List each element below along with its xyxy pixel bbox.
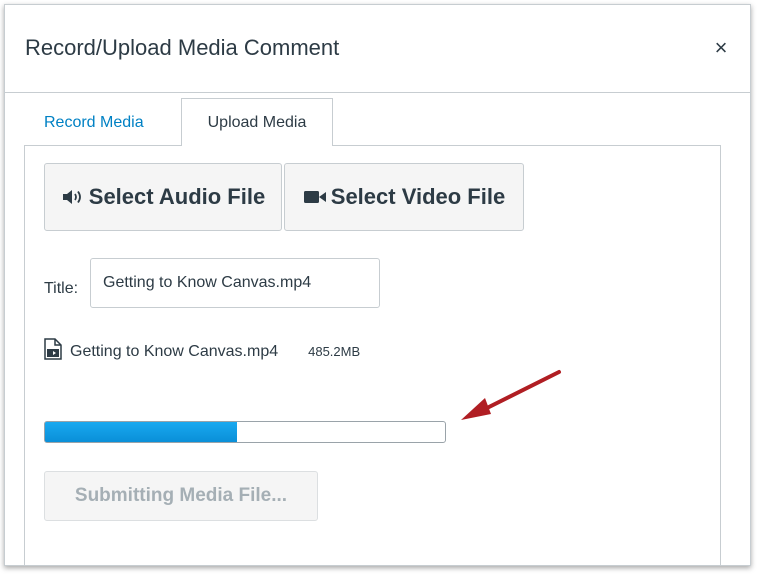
tab-upload-media[interactable]: Upload Media xyxy=(181,98,333,146)
dialog-header: Record/Upload Media Comment × xyxy=(5,5,750,93)
select-audio-file-label: Select Audio File xyxy=(88,184,266,209)
speaker-icon xyxy=(61,188,85,206)
select-video-file-label: Select Video File xyxy=(330,184,506,209)
video-file-icon xyxy=(44,338,62,365)
submitting-media-file-button[interactable]: Submitting Media File... xyxy=(44,471,318,521)
selected-file-info: Getting to Know Canvas.mp4 485.2MB xyxy=(44,338,360,365)
upload-progress-bar xyxy=(44,421,446,443)
upload-progress-fill xyxy=(45,422,237,442)
file-name: Getting to Know Canvas.mp4 xyxy=(70,342,279,360)
title-label: Title: xyxy=(44,280,79,297)
title-input[interactable] xyxy=(90,258,380,308)
file-size: 485.2MB xyxy=(308,344,361,359)
select-video-file-button[interactable]: Select Video File xyxy=(284,163,524,231)
video-camera-icon xyxy=(303,189,327,205)
annotation-arrow-icon xyxy=(461,370,561,420)
tab-record-media[interactable]: Record Media xyxy=(28,100,160,146)
select-audio-file-button[interactable]: Select Audio File xyxy=(44,163,282,231)
close-button[interactable]: × xyxy=(710,37,732,59)
dialog-title: Record/Upload Media Comment xyxy=(25,35,340,60)
